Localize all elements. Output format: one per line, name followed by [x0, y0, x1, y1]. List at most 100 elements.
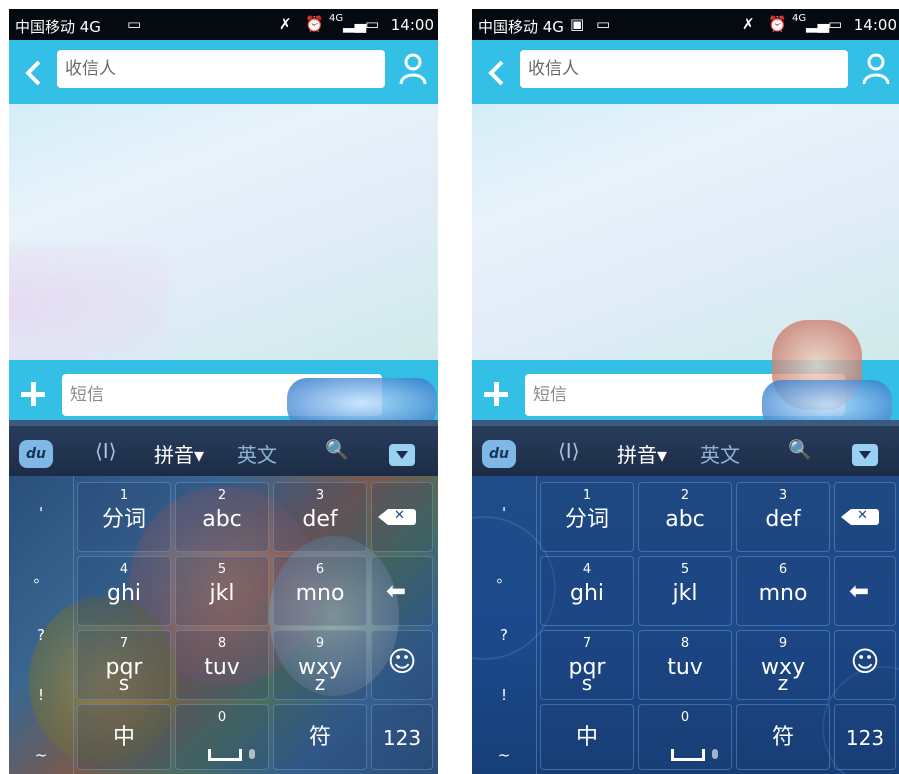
contacts-button[interactable] — [398, 52, 428, 86]
backspace-key[interactable] — [371, 482, 433, 552]
status-bar: 中国移动 4G ▭ ✗ ⏰ 4G ▂▄ ▭ 14:00 — [9, 9, 438, 40]
space-key[interactable]: 0 — [638, 704, 732, 770]
key-2[interactable]: 2 abc — [638, 482, 732, 552]
signal-icon: ▂▄ — [343, 15, 367, 33]
clock: 14:00 — [853, 16, 897, 34]
message-area — [9, 104, 438, 364]
alarm-icon: ⏰ — [305, 15, 324, 33]
recipient-input[interactable] — [57, 50, 385, 88]
key-1[interactable]: 1 分词 — [540, 482, 634, 552]
alarm-icon: ⏰ — [768, 15, 787, 33]
smiley-icon: ☺ — [387, 645, 417, 678]
enter-key[interactable]: ⬅ — [834, 556, 896, 626]
emoji-key[interactable]: ☺ — [371, 630, 433, 700]
key-4[interactable]: 4 ghi — [540, 556, 634, 626]
english-mode-button[interactable]: 英文 — [237, 439, 277, 468]
english-mode-button[interactable]: 英文 — [700, 439, 740, 468]
pinyin-mode-button[interactable]: 拼音▾ — [617, 439, 667, 468]
hide-keyboard-button[interactable] — [389, 444, 415, 466]
add-attachment-button[interactable] — [21, 382, 45, 406]
phone-screen-left: 中国移动 4G ▭ ✗ ⏰ 4G ▂▄ ▭ 14:00 du ⟨I⟩ 拼音▾ — [9, 9, 438, 774]
network-type-icon: 4G — [792, 13, 807, 24]
key-9[interactable]: 9 wxy z — [273, 630, 367, 700]
key-3[interactable]: 3 def — [736, 482, 830, 552]
key-2[interactable]: 2 abc — [175, 482, 269, 552]
backspace-key[interactable] — [834, 482, 896, 552]
baidu-input-logo[interactable]: du — [19, 440, 53, 468]
smiley-icon: ☺ — [850, 645, 880, 678]
key-8[interactable]: 8 tuv — [638, 630, 732, 700]
compose-header — [472, 40, 899, 104]
keyboard-notification-icon: ▭ — [127, 15, 142, 33]
key-6[interactable]: 6 mno — [273, 556, 367, 626]
back-button[interactable] — [23, 58, 47, 88]
status-bar: 中国移动 4G ▣ ▭ ✗ ⏰ 4G ▂▄ ▭ 14:00 — [472, 9, 899, 40]
keyboard-toolbar: du ⟨I⟩ 拼音▾ 英文 🔍 — [472, 420, 899, 476]
keyboard-notification-icon: ▭ — [596, 15, 611, 33]
mic-icon — [249, 749, 255, 759]
network-type-icon: 4G — [329, 13, 344, 24]
chinese-key[interactable]: 中 — [77, 704, 171, 770]
key-7[interactable]: 7 pqr s — [77, 630, 171, 700]
hide-keyboard-button[interactable] — [852, 444, 878, 466]
numeric-mode-key[interactable]: 123 — [371, 704, 433, 770]
backspace-icon — [841, 508, 879, 525]
search-icon[interactable]: 🔍 — [325, 438, 349, 461]
enter-icon: ⬅ — [849, 577, 870, 605]
keyboard-keys: ' 。 ? ! ~ 1分词 2abc 3def 4ghi 5jkl 6mno ⬅… — [472, 476, 899, 774]
phone-screen-right: 中国移动 4G ▣ ▭ ✗ ⏰ 4G ▂▄ ▭ 14:00 du ⟨I⟩ 拼音▾ — [472, 9, 899, 774]
recipient-input[interactable] — [520, 50, 848, 88]
emoji-key[interactable]: ☺ — [834, 630, 896, 700]
symbol-key[interactable]: 。 — [9, 566, 73, 587]
space-key[interactable]: 0 — [175, 704, 269, 770]
back-button[interactable] — [486, 58, 510, 88]
key-1[interactable]: 1 分词 — [77, 482, 171, 552]
compose-header — [9, 40, 438, 104]
cursor-move-button[interactable]: ⟨I⟩ — [558, 439, 580, 463]
carrier-label: 中国移动 4G — [15, 18, 101, 36]
key-8[interactable]: 8 tuv — [175, 630, 269, 700]
mic-icon — [712, 749, 718, 759]
symbol-key[interactable]: ? — [472, 626, 536, 644]
battery-icon: ▭ — [828, 15, 843, 33]
pinyin-mode-button[interactable]: 拼音▾ — [154, 439, 204, 468]
numeric-mode-key[interactable]: 123 — [834, 704, 896, 770]
symbol-key[interactable]: ~ — [9, 746, 73, 764]
add-attachment-button[interactable] — [484, 382, 508, 406]
carrier-label: 中国移动 4G — [478, 18, 564, 36]
symbol-key[interactable]: 。 — [472, 566, 536, 587]
symbol-key[interactable]: ! — [472, 686, 536, 704]
key-5[interactable]: 5 jkl — [638, 556, 732, 626]
key-9[interactable]: 9 wxy z — [736, 630, 830, 700]
symbol-key[interactable]: ? — [9, 626, 73, 644]
mute-icon: ✗ — [742, 15, 755, 33]
key-5[interactable]: 5 jkl — [175, 556, 269, 626]
symbol-mode-key[interactable]: 符 — [736, 704, 830, 770]
symbol-key[interactable]: ! — [9, 686, 73, 704]
person-icon — [862, 53, 890, 85]
cursor-move-button[interactable]: ⟨I⟩ — [95, 439, 117, 463]
symbol-key[interactable]: ' — [472, 504, 536, 522]
enter-key[interactable]: ⬅ — [371, 556, 433, 626]
symbol-mode-key[interactable]: 符 — [273, 704, 367, 770]
symbol-key[interactable]: ~ — [472, 746, 536, 764]
chevron-left-icon — [488, 60, 504, 86]
key-6[interactable]: 6 mno — [736, 556, 830, 626]
baidu-input-logo[interactable]: du — [482, 440, 516, 468]
backspace-icon — [378, 508, 416, 525]
chinese-key[interactable]: 中 — [540, 704, 634, 770]
keyboard-keys: ' 。 ? ! ~ 1分词 2abc 3def 4ghi 5jkl 6mno ⬅… — [9, 476, 438, 774]
key-3[interactable]: 3 def — [273, 482, 367, 552]
key-4[interactable]: 4 ghi — [77, 556, 171, 626]
space-icon — [671, 749, 705, 761]
symbol-key[interactable]: ' — [9, 504, 73, 522]
contacts-button[interactable] — [861, 52, 891, 86]
signal-icon: ▂▄ — [806, 15, 830, 33]
keyboard-toolbar: du ⟨I⟩ 拼音▾ 英文 🔍 — [9, 420, 438, 476]
enter-icon: ⬅ — [386, 577, 407, 605]
key-7[interactable]: 7 pqr s — [540, 630, 634, 700]
gallery-notification-icon: ▣ — [570, 15, 585, 33]
clock: 14:00 — [390, 16, 434, 34]
search-icon[interactable]: 🔍 — [788, 438, 812, 461]
mute-icon: ✗ — [279, 15, 292, 33]
